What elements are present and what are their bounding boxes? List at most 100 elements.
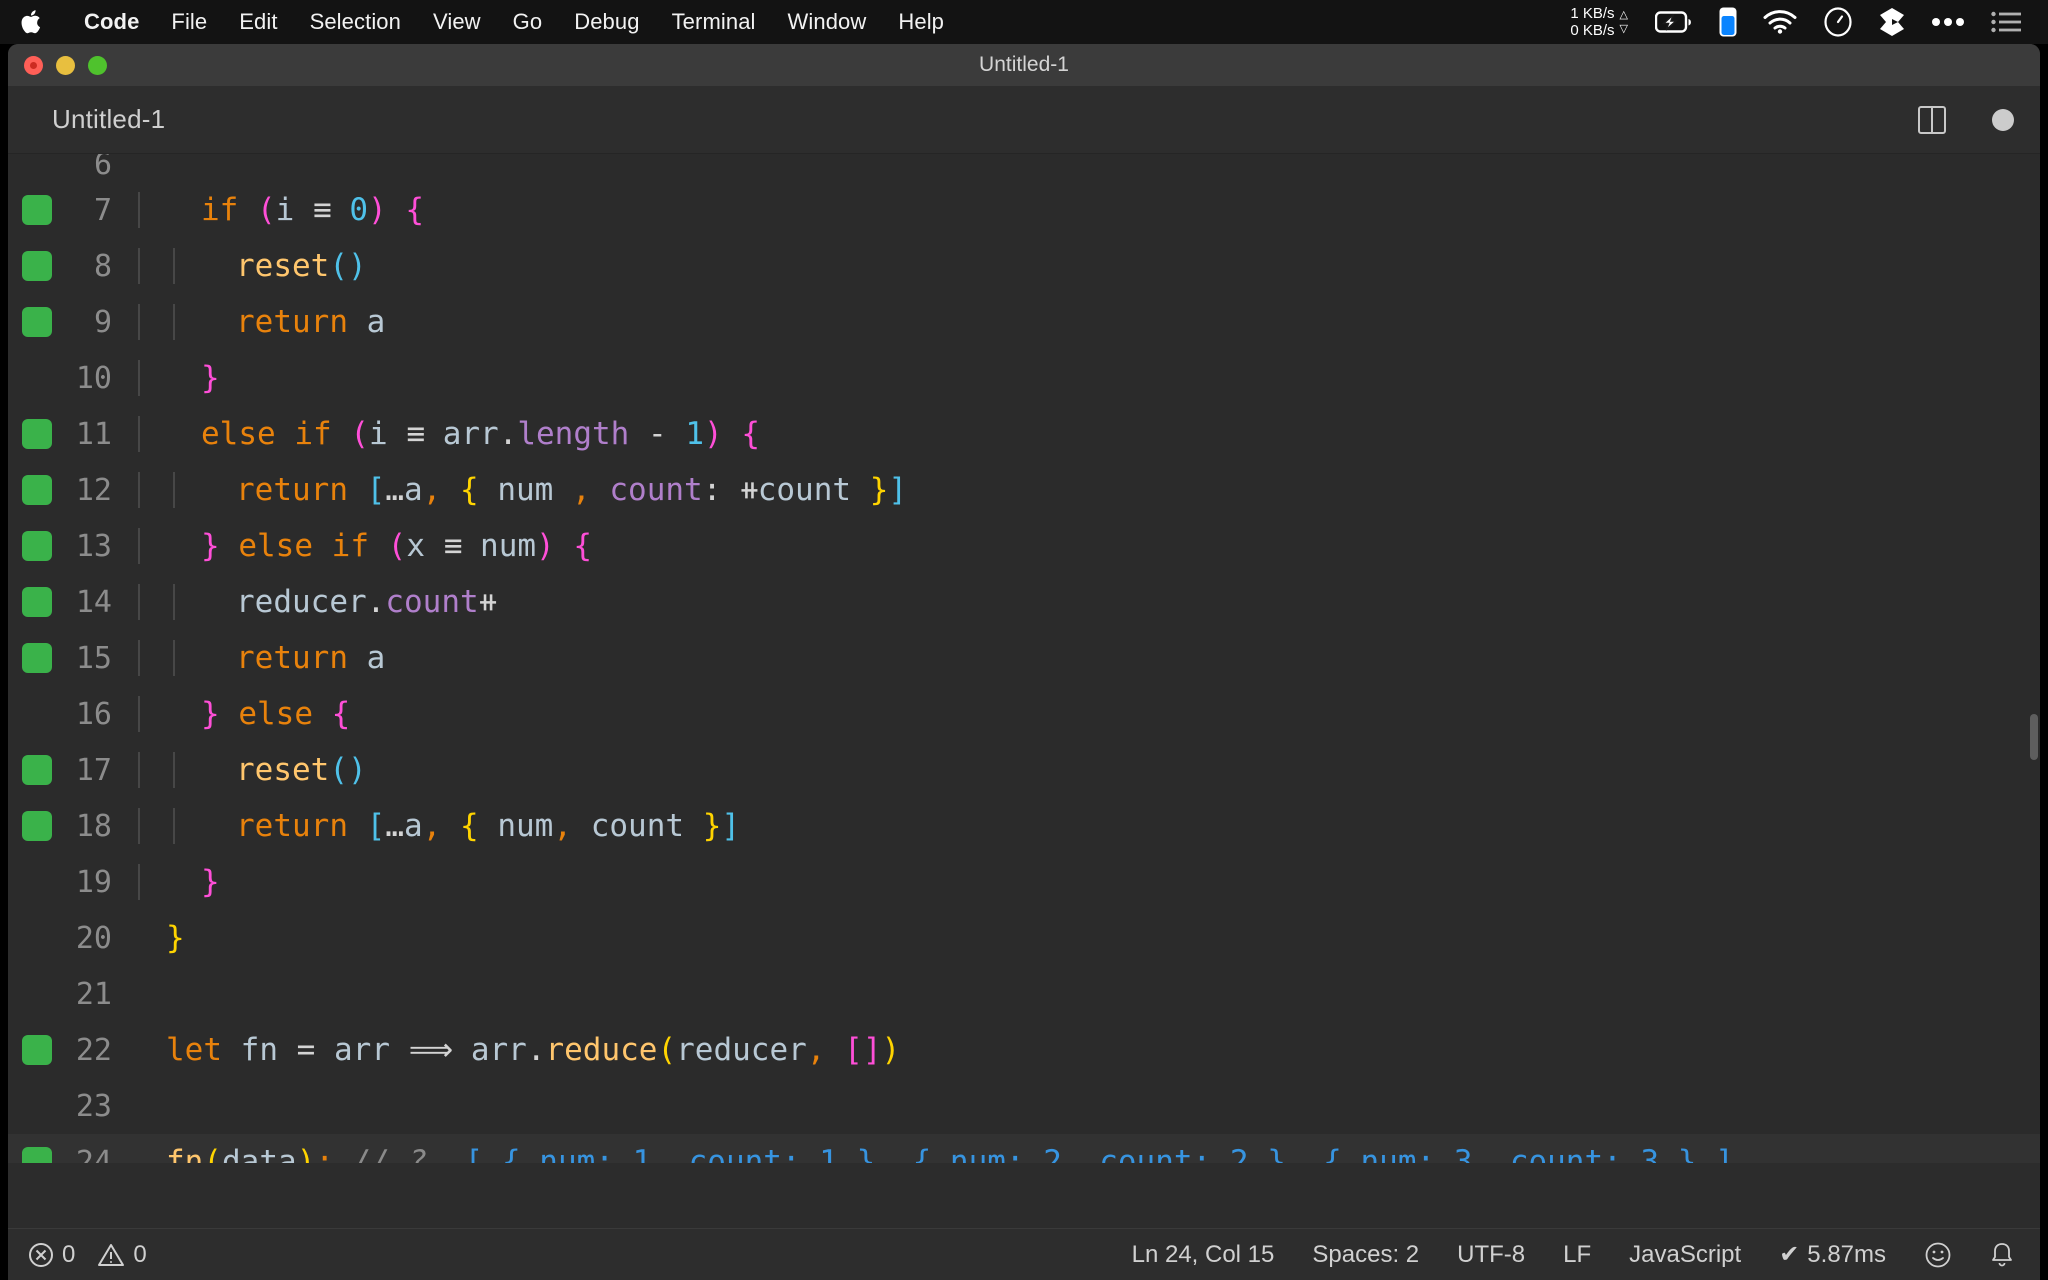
wifi-icon[interactable] <box>1763 10 1797 34</box>
code-line[interactable]: 13} else if (x ≡ num) { <box>8 518 2040 574</box>
menu-item-edit[interactable]: Edit <box>223 9 293 35</box>
code-token <box>348 640 367 676</box>
code-token: ) <box>348 752 367 788</box>
line-number: 10 <box>8 361 138 396</box>
indent-guide <box>138 528 140 564</box>
breakpoint-indicator-icon[interactable] <box>22 755 52 785</box>
code-line[interactable]: 23 <box>8 1078 2040 1134</box>
code-line[interactable]: 8reset() <box>8 238 2040 294</box>
scrollbar-thumb[interactable] <box>2030 714 2038 760</box>
code-line[interactable]: 14reducer.count⧺ <box>8 574 2040 630</box>
code-token: { <box>741 416 760 452</box>
status-indentation[interactable]: Spaces: 2 <box>1312 1241 1419 1269</box>
code-line[interactable]: 21 <box>8 966 2040 1022</box>
menu-item-go[interactable]: Go <box>497 9 559 35</box>
code-token <box>427 1144 464 1163</box>
clock-icon[interactable] <box>1823 7 1853 37</box>
breakpoint-indicator-icon[interactable] <box>22 1035 52 1065</box>
editor-scrollbar[interactable] <box>2024 154 2040 1163</box>
bell-icon[interactable] <box>1990 1241 2014 1269</box>
breakpoint-indicator-icon[interactable] <box>22 1147 52 1163</box>
network-speed-indicator[interactable]: 1 KB/s 0 KB/s △ ▽ <box>1570 6 1628 38</box>
breakpoint-indicator-icon[interactable] <box>22 643 52 673</box>
menu-item-file[interactable]: File <box>155 9 223 35</box>
breakpoint-indicator-icon[interactable] <box>22 475 52 505</box>
code-token: ] <box>721 808 740 844</box>
smiley-icon[interactable] <box>1924 1241 1952 1269</box>
breakpoint-indicator-icon[interactable] <box>22 419 52 449</box>
status-eol[interactable]: LF <box>1563 1241 1591 1269</box>
code-token: ) <box>368 192 387 228</box>
list-menu-icon[interactable] <box>1991 11 2021 33</box>
code-line[interactable]: 19} <box>8 854 2040 910</box>
code-token <box>452 1032 471 1068</box>
split-editor-icon[interactable] <box>1918 106 1946 134</box>
menu-item-selection[interactable]: Selection <box>294 9 417 35</box>
battery-charging-icon[interactable] <box>1655 11 1693 33</box>
indent-guide <box>138 752 140 788</box>
code-token: count <box>758 472 851 508</box>
status-right: Ln 24, Col 15 Spaces: 2 UTF-8 LF JavaScr… <box>1132 1240 2014 1269</box>
battery-level-icon[interactable] <box>1719 7 1737 37</box>
menu-item-terminal[interactable]: Terminal <box>656 9 772 35</box>
status-run-time[interactable]: ✔ 5.87ms <box>1779 1240 1886 1269</box>
breakpoint-indicator-icon[interactable] <box>22 587 52 617</box>
indent-guide <box>138 304 140 340</box>
code-token: a <box>404 472 423 508</box>
code-token: ⟹ <box>409 1032 452 1068</box>
status-encoding[interactable]: UTF-8 <box>1457 1241 1525 1269</box>
code-line[interactable]: 10} <box>8 350 2040 406</box>
code-token: i <box>276 192 295 228</box>
indent-guide <box>138 864 140 900</box>
apple-logo-icon[interactable] <box>20 7 46 37</box>
line-number: 20 <box>8 921 138 956</box>
code-line[interactable]: 20} <box>8 910 2040 966</box>
maximize-button[interactable] <box>88 56 107 75</box>
menu-item-window[interactable]: Window <box>772 9 883 35</box>
status-problems[interactable]: 0 0 <box>28 1241 147 1269</box>
status-cursor-position[interactable]: Ln 24, Col 15 <box>1132 1241 1275 1269</box>
tab-untitled-1[interactable]: Untitled-1 <box>52 104 165 135</box>
indent-guides <box>138 752 2040 788</box>
indent-guides <box>138 640 2040 676</box>
code-line[interactable]: 9return a <box>8 294 2040 350</box>
minimize-button[interactable] <box>56 56 75 75</box>
code-line[interactable]: 16} else { <box>8 686 2040 742</box>
ellipsis-icon[interactable] <box>1931 17 1965 27</box>
breakpoint-indicator-icon[interactable] <box>22 251 52 281</box>
code-text: } <box>138 920 2040 956</box>
code-token: , <box>807 1032 826 1068</box>
traffic-lights <box>8 56 107 75</box>
dropbox-icon[interactable] <box>1879 7 1905 37</box>
code-token <box>331 192 350 228</box>
code-line[interactable]: 17reset() <box>8 742 2040 798</box>
breakpoint-indicator-icon[interactable] <box>22 195 52 225</box>
code-line[interactable]: 18return […a, { num, count }] <box>8 798 2040 854</box>
menu-item-help[interactable]: Help <box>882 9 960 35</box>
breakpoint-indicator-icon[interactable] <box>22 811 52 841</box>
code-token: a <box>404 808 423 844</box>
code-token: 0 <box>349 192 368 228</box>
unsaved-dot-icon[interactable] <box>1992 109 2014 131</box>
menu-item-view[interactable]: View <box>417 9 497 35</box>
menu-item-code[interactable]: Code <box>68 9 155 35</box>
code-line[interactable]: 15return a <box>8 630 2040 686</box>
code-token: . <box>499 416 518 452</box>
code-line[interactable]: 22let fn = arr ⟹ arr.reduce(reducer, []) <box>8 1022 2040 1078</box>
code-line[interactable]: 11else if (i ≡ arr.length - 1) { <box>8 406 2040 462</box>
breakpoint-indicator-icon[interactable] <box>22 307 52 337</box>
breakpoint-indicator-icon[interactable] <box>22 531 52 561</box>
close-button[interactable] <box>24 56 43 75</box>
code-token: num <box>497 808 553 844</box>
warning-count: 0 <box>133 1241 146 1269</box>
code-token: a <box>367 304 386 340</box>
code-line[interactable]: 7if (i ≡ 0) { <box>8 182 2040 238</box>
code-line[interactable]: 24fn(data); // ? [ { num: 1, count: 1 },… <box>8 1134 2040 1163</box>
code-line[interactable]: 12return […a, { num , count: ⧺count }] <box>8 462 2040 518</box>
code-token: ⧺ <box>479 584 497 620</box>
screen: Code File Edit Selection View Go Debug T… <box>0 0 2048 1280</box>
code-token: i <box>369 416 388 452</box>
menu-item-debug[interactable]: Debug <box>558 9 655 35</box>
code-editor[interactable]: 67if (i ≡ 0) {8reset()9return a10}11else… <box>8 154 2040 1163</box>
status-language-mode[interactable]: JavaScript <box>1629 1241 1741 1269</box>
